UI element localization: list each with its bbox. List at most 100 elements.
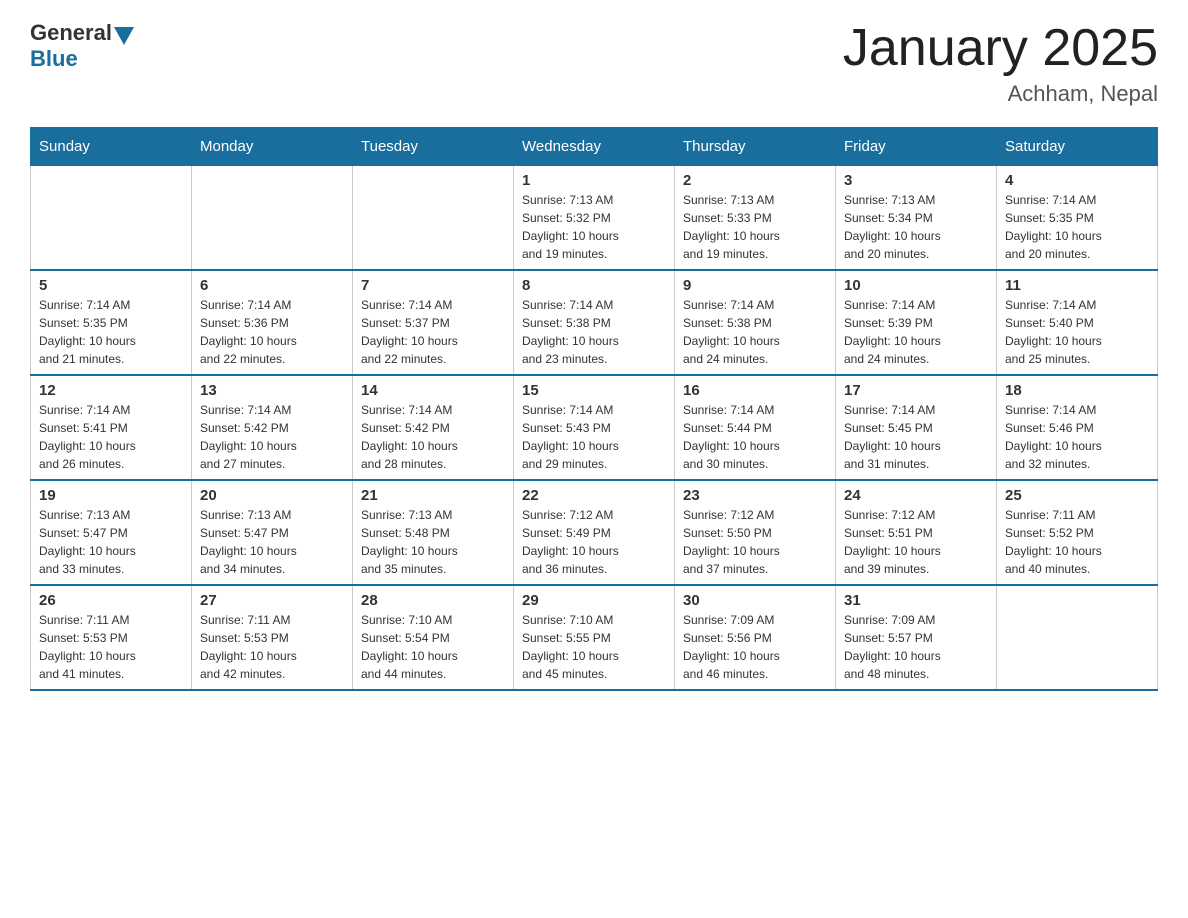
calendar-day-cell	[31, 166, 192, 271]
calendar-day-cell: 2 Sunrise: 7:13 AMSunset: 5:33 PMDaylight…	[675, 166, 836, 271]
calendar-day-cell: 15Sunrise: 7:14 AMSunset: 5:43 PMDayligh…	[514, 375, 675, 480]
day-number: 6	[200, 277, 344, 294]
logo-general-text: General	[30, 20, 112, 46]
calendar-week-row: 19 Sunrise: 7:13 AMSunset: 5:47 PMDayligh…	[31, 480, 1158, 585]
logo-triangle-icon	[114, 27, 134, 45]
day-number: 22	[522, 487, 666, 504]
calendar-week-row: 5 Sunrise: 7:14 AMSunset: 5:35 PMDaylight…	[31, 270, 1158, 375]
calendar-day-cell: 29Sunrise: 7:10 AMSunset: 5:55 PMDayligh…	[514, 585, 675, 690]
day-number: 24	[844, 487, 988, 504]
day-number: 12	[39, 382, 183, 399]
calendar-day-cell: 22 Sunrise: 7:12 AMSunset: 5:49 PMDayligh…	[514, 480, 675, 585]
day-info: Sunrise: 7:11 AMSunset: 5:53 PMDaylight:…	[200, 611, 344, 683]
calendar-day-cell: 9 Sunrise: 7:14 AMSunset: 5:38 PMDaylight…	[675, 270, 836, 375]
calendar-week-row: 26 Sunrise: 7:11 AMSunset: 5:53 PMDayligh…	[31, 585, 1158, 690]
calendar-day-cell: 31 Sunrise: 7:09 AMSunset: 5:57 PMDayligh…	[836, 585, 997, 690]
day-info: Sunrise: 7:13 AMSunset: 5:32 PMDaylight:…	[522, 191, 666, 263]
day-info: Sunrise: 7:14 AMSunset: 5:35 PMDaylight:…	[39, 296, 183, 368]
day-info: Sunrise: 7:13 AMSunset: 5:33 PMDaylight:…	[683, 191, 827, 263]
calendar-day-cell: 20 Sunrise: 7:13 AMSunset: 5:47 PMDayligh…	[192, 480, 353, 585]
day-number: 28	[361, 592, 505, 609]
day-info: Sunrise: 7:13 AMSunset: 5:47 PMDaylight:…	[200, 506, 344, 578]
calendar-day-cell: 8Sunrise: 7:14 AMSunset: 5:38 PMDaylight…	[514, 270, 675, 375]
calendar-day-header: Tuesday	[353, 128, 514, 166]
calendar-header-row: SundayMondayTuesdayWednesdayThursdayFrid…	[31, 128, 1158, 166]
day-number: 9	[683, 277, 827, 294]
page-header: General Blue January 2025 Achham, Nepal	[30, 20, 1158, 107]
day-number: 31	[844, 592, 988, 609]
calendar-day-header: Thursday	[675, 128, 836, 166]
calendar-day-cell: 25 Sunrise: 7:11 AMSunset: 5:52 PMDayligh…	[997, 480, 1158, 585]
day-info: Sunrise: 7:14 AMSunset: 5:37 PMDaylight:…	[361, 296, 505, 368]
day-info: Sunrise: 7:12 AMSunset: 5:49 PMDaylight:…	[522, 506, 666, 578]
calendar-day-cell: 13 Sunrise: 7:14 AMSunset: 5:42 PMDayligh…	[192, 375, 353, 480]
day-info: Sunrise: 7:09 AMSunset: 5:56 PMDaylight:…	[683, 611, 827, 683]
calendar-day-cell: 1 Sunrise: 7:13 AMSunset: 5:32 PMDaylight…	[514, 166, 675, 271]
calendar-day-cell: 23 Sunrise: 7:12 AMSunset: 5:50 PMDayligh…	[675, 480, 836, 585]
calendar-day-cell	[192, 166, 353, 271]
calendar-day-cell	[997, 585, 1158, 690]
page-title: January 2025	[843, 20, 1158, 77]
calendar-day-cell: 17 Sunrise: 7:14 AMSunset: 5:45 PMDayligh…	[836, 375, 997, 480]
calendar-day-cell: 27 Sunrise: 7:11 AMSunset: 5:53 PMDayligh…	[192, 585, 353, 690]
calendar-day-cell: 30 Sunrise: 7:09 AMSunset: 5:56 PMDayligh…	[675, 585, 836, 690]
day-number: 5	[39, 277, 183, 294]
calendar-day-cell: 4Sunrise: 7:14 AMSunset: 5:35 PMDaylight…	[997, 166, 1158, 271]
calendar-day-cell	[353, 166, 514, 271]
calendar-day-header: Saturday	[997, 128, 1158, 166]
calendar-day-cell: 11 Sunrise: 7:14 AMSunset: 5:40 PMDayligh…	[997, 270, 1158, 375]
day-number: 7	[361, 277, 505, 294]
calendar-day-cell: 7 Sunrise: 7:14 AMSunset: 5:37 PMDaylight…	[353, 270, 514, 375]
calendar-day-cell: 26 Sunrise: 7:11 AMSunset: 5:53 PMDayligh…	[31, 585, 192, 690]
day-info: Sunrise: 7:10 AMSunset: 5:54 PMDaylight:…	[361, 611, 505, 683]
day-info: Sunrise: 7:12 AMSunset: 5:50 PMDaylight:…	[683, 506, 827, 578]
day-info: Sunrise: 7:11 AMSunset: 5:53 PMDaylight:…	[39, 611, 183, 683]
calendar-day-cell: 6Sunrise: 7:14 AMSunset: 5:36 PMDaylight…	[192, 270, 353, 375]
calendar-day-header: Wednesday	[514, 128, 675, 166]
calendar-day-cell: 19Sunrise: 7:13 AMSunset: 5:47 PMDayligh…	[31, 480, 192, 585]
day-number: 23	[683, 487, 827, 504]
title-block: January 2025 Achham, Nepal	[843, 20, 1158, 107]
calendar-day-header: Monday	[192, 128, 353, 166]
calendar-week-row: 1 Sunrise: 7:13 AMSunset: 5:32 PMDaylight…	[31, 166, 1158, 271]
calendar-day-cell: 10Sunrise: 7:14 AMSunset: 5:39 PMDayligh…	[836, 270, 997, 375]
day-info: Sunrise: 7:14 AMSunset: 5:42 PMDaylight:…	[361, 401, 505, 473]
page-subtitle: Achham, Nepal	[843, 81, 1158, 107]
day-number: 27	[200, 592, 344, 609]
day-number: 13	[200, 382, 344, 399]
day-info: Sunrise: 7:09 AMSunset: 5:57 PMDaylight:…	[844, 611, 988, 683]
logo: General Blue	[30, 20, 136, 72]
day-info: Sunrise: 7:14 AMSunset: 5:44 PMDaylight:…	[683, 401, 827, 473]
day-info: Sunrise: 7:14 AMSunset: 5:41 PMDaylight:…	[39, 401, 183, 473]
calendar-day-cell: 28 Sunrise: 7:10 AMSunset: 5:54 PMDayligh…	[353, 585, 514, 690]
day-info: Sunrise: 7:14 AMSunset: 5:39 PMDaylight:…	[844, 296, 988, 368]
day-number: 26	[39, 592, 183, 609]
day-number: 20	[200, 487, 344, 504]
day-number: 25	[1005, 487, 1149, 504]
day-info: Sunrise: 7:14 AMSunset: 5:43 PMDaylight:…	[522, 401, 666, 473]
day-info: Sunrise: 7:14 AMSunset: 5:45 PMDaylight:…	[844, 401, 988, 473]
day-info: Sunrise: 7:11 AMSunset: 5:52 PMDaylight:…	[1005, 506, 1149, 578]
day-number: 3	[844, 172, 988, 189]
calendar-day-cell: 18Sunrise: 7:14 AMSunset: 5:46 PMDayligh…	[997, 375, 1158, 480]
day-number: 18	[1005, 382, 1149, 399]
day-info: Sunrise: 7:14 AMSunset: 5:38 PMDaylight:…	[683, 296, 827, 368]
day-number: 21	[361, 487, 505, 504]
day-info: Sunrise: 7:12 AMSunset: 5:51 PMDaylight:…	[844, 506, 988, 578]
calendar-week-row: 12 Sunrise: 7:14 AMSunset: 5:41 PMDayligh…	[31, 375, 1158, 480]
day-number: 1	[522, 172, 666, 189]
day-number: 19	[39, 487, 183, 504]
day-number: 2	[683, 172, 827, 189]
day-info: Sunrise: 7:14 AMSunset: 5:40 PMDaylight:…	[1005, 296, 1149, 368]
day-number: 11	[1005, 277, 1149, 294]
day-number: 30	[683, 592, 827, 609]
day-info: Sunrise: 7:13 AMSunset: 5:34 PMDaylight:…	[844, 191, 988, 263]
day-number: 17	[844, 382, 988, 399]
day-info: Sunrise: 7:14 AMSunset: 5:35 PMDaylight:…	[1005, 191, 1149, 263]
day-info: Sunrise: 7:14 AMSunset: 5:42 PMDaylight:…	[200, 401, 344, 473]
day-number: 16	[683, 382, 827, 399]
calendar-day-header: Sunday	[31, 128, 192, 166]
day-info: Sunrise: 7:14 AMSunset: 5:38 PMDaylight:…	[522, 296, 666, 368]
day-number: 14	[361, 382, 505, 399]
calendar-table: SundayMondayTuesdayWednesdayThursdayFrid…	[30, 127, 1158, 691]
